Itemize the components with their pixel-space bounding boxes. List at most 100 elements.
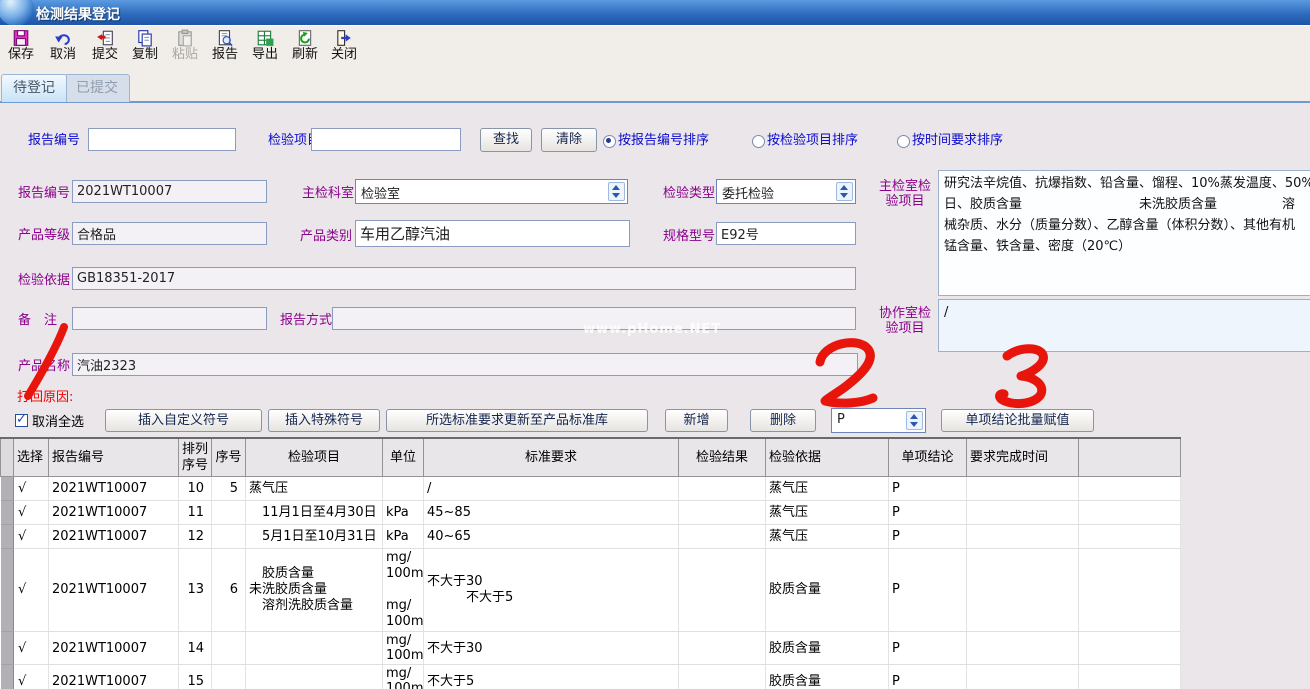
table-cell[interactable]: mg/ 100mL [383, 632, 424, 665]
table-cell[interactable]: 不大于5 [424, 665, 679, 689]
toolbar-button-submit[interactable]: 提交 [87, 29, 123, 63]
table-cell[interactable] [967, 525, 1079, 549]
table-cell[interactable] [679, 665, 766, 689]
insert-custom-symbol-button[interactable]: 插入自定义符号 [105, 409, 262, 432]
table-cell[interactable]: 2021WT10007 [49, 632, 179, 665]
inspect-type-select[interactable]: 委托检验 [716, 179, 856, 204]
sort-radio-label[interactable]: 按检验项目排序 [767, 133, 858, 148]
update-standard-library-button[interactable]: 所选标准要求更新至产品标准库 [386, 409, 648, 432]
table-cell[interactable]: 胶质含量 未洗胶质含量 溶剂洗胶质含量 [246, 549, 383, 632]
table-cell[interactable] [967, 477, 1079, 501]
table-cell[interactable]: P [889, 632, 967, 665]
table-cell[interactable]: 15 [179, 665, 212, 689]
table-cell[interactable]: 2021WT10007 [49, 665, 179, 689]
assign-conclusion-button[interactable]: 单项结论批量赋值 [941, 409, 1094, 432]
category-input[interactable] [355, 220, 630, 247]
table-cell[interactable]: 蒸气压 [246, 477, 383, 501]
table-cell[interactable] [967, 501, 1079, 525]
table-cell[interactable]: 蒸气压 [766, 477, 889, 501]
table-cell[interactable]: 胶质含量 [766, 549, 889, 632]
sort-radio-label[interactable]: 按报告编号排序 [618, 133, 709, 148]
table-cell[interactable] [1079, 525, 1181, 549]
table-cell[interactable]: 不大于30 不大于5 [424, 549, 679, 632]
toolbar-button-report[interactable]: 报告 [207, 29, 243, 63]
combo-spinner-icon[interactable] [906, 411, 923, 430]
table-cell[interactable]: √ [14, 665, 49, 689]
table-cell[interactable]: P [889, 665, 967, 689]
table-cell[interactable]: 40~65 [424, 525, 679, 549]
search-report-no-input[interactable] [88, 128, 236, 151]
main-dept-select[interactable]: 检验室 [355, 179, 628, 204]
combo-spinner-icon[interactable] [836, 182, 853, 201]
find-button[interactable]: 查找 [480, 128, 532, 152]
toolbar-button-undo[interactable]: 取消 [45, 29, 81, 63]
table-cell[interactable]: 2021WT10007 [49, 477, 179, 501]
sort-radio-1[interactable] [752, 135, 765, 148]
row-gutter[interactable] [1, 632, 14, 665]
table-cell[interactable] [679, 632, 766, 665]
table-cell[interactable] [967, 549, 1079, 632]
table-cell[interactable]: 11 [179, 501, 212, 525]
table-cell[interactable]: √ [14, 477, 49, 501]
conclusion-select[interactable]: P [831, 408, 926, 433]
tab-0[interactable]: 待登记 [1, 74, 67, 102]
basis-input[interactable] [72, 267, 856, 290]
table-cell[interactable] [679, 477, 766, 501]
table-cell[interactable]: 13 [179, 549, 212, 632]
insert-special-symbol-button[interactable]: 插入特殊符号 [268, 409, 380, 432]
tab-1[interactable]: 已提交 [64, 74, 130, 102]
toolbar-button-refresh[interactable]: 刷新 [287, 29, 323, 63]
spec-input[interactable] [716, 222, 856, 245]
table-cell[interactable]: 胶质含量 [766, 632, 889, 665]
toolbar-button-close[interactable]: 关闭 [326, 29, 362, 63]
row-gutter[interactable] [1, 501, 14, 525]
sort-radio-0[interactable] [603, 135, 616, 148]
table-cell[interactable] [1079, 501, 1181, 525]
table-cell[interactable] [246, 665, 383, 689]
table-cell[interactable]: P [889, 525, 967, 549]
table-cell[interactable]: mg/ 100mL mg/ 100mL [383, 549, 424, 632]
coop-items-textarea[interactable]: / [938, 299, 1310, 352]
sort-radio-2[interactable] [897, 135, 910, 148]
table-cell[interactable]: 2021WT10007 [49, 525, 179, 549]
table-cell[interactable] [967, 665, 1079, 689]
row-gutter[interactable] [1, 549, 14, 632]
table-cell[interactable]: / [424, 477, 679, 501]
row-gutter[interactable] [1, 525, 14, 549]
table-cell[interactable]: 蒸气压 [766, 525, 889, 549]
table-cell[interactable]: √ [14, 632, 49, 665]
table-cell[interactable]: 5月1日至10月31日 [246, 525, 383, 549]
table-cell[interactable] [1079, 665, 1181, 689]
table-cell[interactable]: 不大于30 [424, 632, 679, 665]
product-name-input[interactable] [72, 353, 858, 376]
table-cell[interactable] [246, 632, 383, 665]
table-cell[interactable]: 10 [179, 477, 212, 501]
table-cell[interactable] [1079, 632, 1181, 665]
table-cell[interactable]: mg/ 100mL [383, 665, 424, 689]
table-cell[interactable]: √ [14, 549, 49, 632]
table-cell[interactable] [1079, 549, 1181, 632]
toolbar-button-save[interactable]: 保存 [3, 29, 39, 63]
table-cell[interactable] [212, 665, 246, 689]
table-cell[interactable]: 6 [212, 549, 246, 632]
table-cell[interactable] [967, 632, 1079, 665]
delete-button[interactable]: 删除 [750, 409, 816, 432]
combo-spinner-icon[interactable] [608, 182, 625, 201]
table-cell[interactable]: P [889, 477, 967, 501]
table-cell[interactable]: √ [14, 525, 49, 549]
table-cell[interactable]: 胶质含量 [766, 665, 889, 689]
row-gutter[interactable] [1, 665, 14, 689]
table-cell[interactable] [212, 525, 246, 549]
row-gutter[interactable] [1, 477, 14, 501]
search-item-input[interactable] [311, 128, 461, 151]
table-cell[interactable]: 蒸气压 [766, 501, 889, 525]
table-cell[interactable]: 11月1日至4月30日 [246, 501, 383, 525]
table-cell[interactable]: 5 [212, 477, 246, 501]
table-cell[interactable]: 45~85 [424, 501, 679, 525]
main-items-textarea[interactable]: 研究法辛烷值、抗爆指数、铅含量、馏程、10%蒸发温度、50%蒸 日、胶质含量 未… [938, 170, 1310, 296]
table-cell[interactable]: P [889, 549, 967, 632]
table-cell[interactable]: 2021WT10007 [49, 549, 179, 632]
table-cell[interactable] [383, 477, 424, 501]
table-cell[interactable] [679, 525, 766, 549]
table-cell[interactable] [679, 549, 766, 632]
